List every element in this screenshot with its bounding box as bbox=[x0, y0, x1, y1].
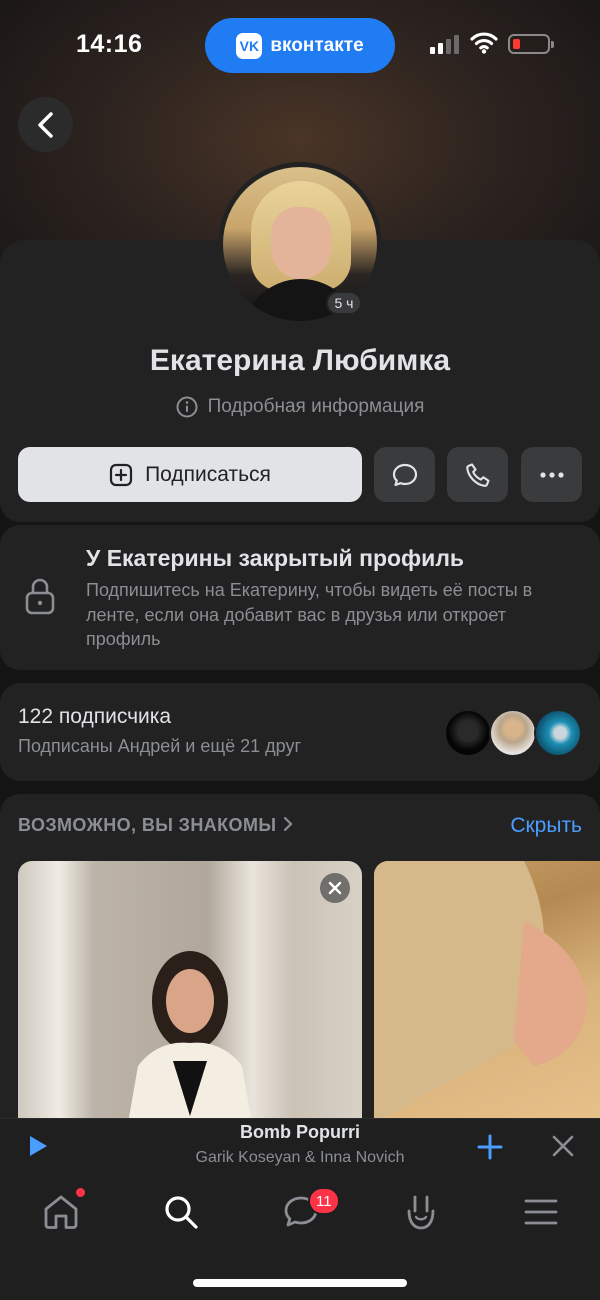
follower-avatar bbox=[534, 709, 582, 757]
close-player-icon[interactable] bbox=[551, 1134, 575, 1158]
track-title: Bomb Popurri bbox=[240, 1122, 360, 1142]
profile-name: Екатерина Любимка bbox=[149, 344, 451, 377]
follower-avatar bbox=[444, 709, 492, 757]
details-link[interactable]: Подробная информация bbox=[0, 396, 600, 418]
back-button[interactable] bbox=[18, 97, 73, 152]
close-icon bbox=[328, 881, 342, 895]
add-square-icon bbox=[109, 463, 133, 486]
followers-subtitle: Подписаны Андрей и ещё 21 друг bbox=[18, 736, 302, 756]
search-icon bbox=[165, 1196, 198, 1229]
call-button[interactable] bbox=[447, 447, 508, 502]
signal-icon bbox=[430, 35, 459, 54]
home-indicator bbox=[193, 1279, 407, 1287]
follower-avatar bbox=[489, 709, 537, 757]
home-notification-dot bbox=[76, 1188, 85, 1197]
messages-count-badge: 11 bbox=[308, 1187, 340, 1215]
home-icon bbox=[44, 1195, 78, 1229]
tab-menu[interactable] bbox=[519, 1190, 563, 1234]
suggestions-title[interactable]: ВОЗМОЖНО, ВЫ ЗНАКОМЫ bbox=[18, 815, 294, 836]
details-label: Подробная информация bbox=[207, 396, 425, 417]
vk-app-pill[interactable]: VK вконтакте bbox=[205, 18, 395, 73]
more-button[interactable] bbox=[521, 447, 582, 502]
status-bar: 14:16 VK вконтакте bbox=[0, 0, 600, 90]
closed-profile-title: У Екатерины закрытый профиль bbox=[86, 545, 465, 571]
followers-count: 122 подписчика bbox=[18, 705, 172, 728]
message-button[interactable] bbox=[374, 447, 435, 502]
suggestion-person-image bbox=[374, 861, 587, 1123]
menu-icon bbox=[524, 1199, 558, 1225]
screen: 14:16 VK вконтакте 5 ч Екатерина Любимка… bbox=[0, 0, 600, 1300]
subscribe-button[interactable]: Подписаться bbox=[18, 447, 362, 502]
suggestions-title-text: ВОЗМОЖНО, ВЫ ЗНАКОМЫ bbox=[18, 815, 277, 835]
suggestion-person-image bbox=[128, 951, 252, 1123]
closed-profile-text: Подпишитесь на Екатерину, чтобы видеть е… bbox=[86, 580, 533, 649]
vk-logo-icon: VK bbox=[236, 32, 263, 59]
tab-search[interactable] bbox=[159, 1190, 203, 1234]
last-seen-badge: 5 ч bbox=[326, 291, 362, 315]
info-icon bbox=[176, 396, 198, 418]
chevron-left-icon bbox=[37, 111, 53, 138]
tab-home[interactable] bbox=[39, 1190, 83, 1234]
battery-icon bbox=[508, 34, 554, 54]
message-bubble-icon bbox=[392, 463, 417, 486]
phone-icon bbox=[465, 462, 490, 487]
track-artist: Garik Koseyan & Inna Novich bbox=[195, 1149, 405, 1166]
status-time: 14:16 bbox=[76, 30, 143, 58]
profile-actions: Подписаться bbox=[18, 447, 582, 502]
wifi-icon bbox=[470, 32, 498, 54]
hide-suggestions-link[interactable]: Скрыть bbox=[510, 814, 582, 838]
dismiss-suggestion-button[interactable] bbox=[320, 873, 350, 903]
tab-clips[interactable] bbox=[399, 1190, 443, 1234]
add-track-icon[interactable] bbox=[476, 1133, 504, 1161]
chevron-right-icon bbox=[283, 816, 293, 832]
suggestion-card-photo[interactable] bbox=[18, 861, 362, 1123]
more-dots-icon bbox=[539, 471, 564, 478]
app-pill-label: вконтакте bbox=[270, 34, 364, 56]
subscribe-label: Подписаться bbox=[145, 462, 271, 486]
lock-icon bbox=[25, 578, 55, 615]
clips-icon bbox=[407, 1195, 435, 1230]
suggestion-card-photo[interactable] bbox=[374, 861, 600, 1123]
